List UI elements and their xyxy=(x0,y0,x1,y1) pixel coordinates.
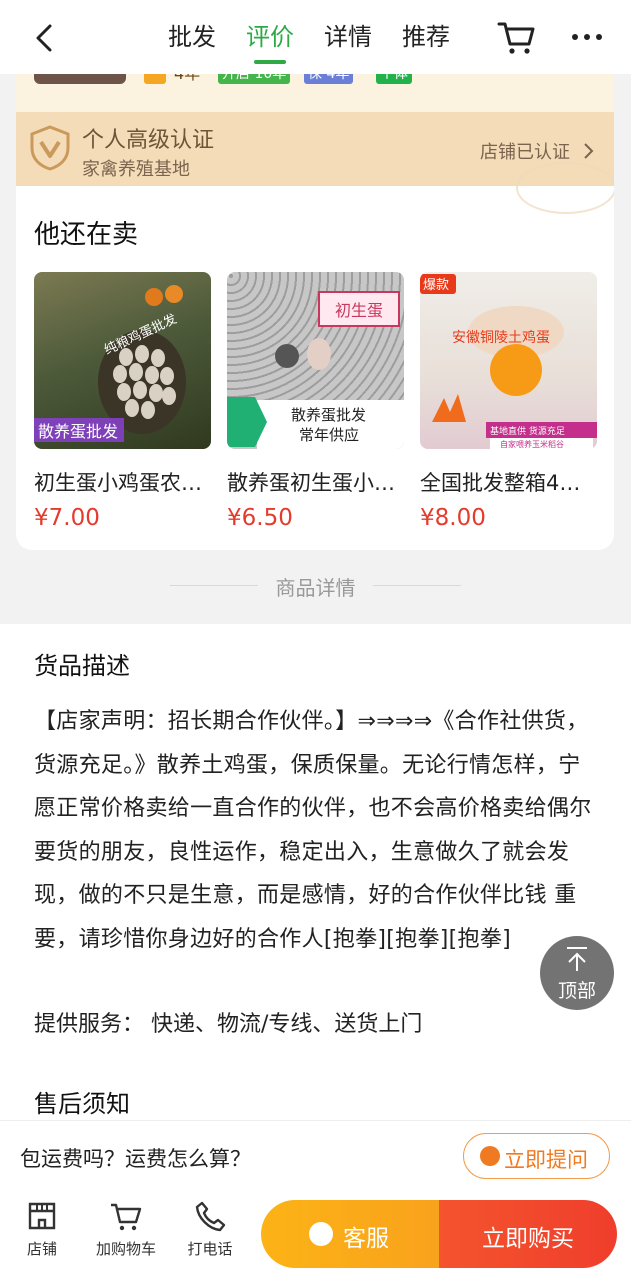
customer-service-button[interactable]: 客服 xyxy=(261,1200,441,1268)
buy-now-label: 立即购买 xyxy=(482,1226,574,1252)
cert-stamp xyxy=(516,162,614,214)
add-to-cart-button[interactable]: 加购物车 xyxy=(90,1200,162,1259)
back-to-top-label: 顶部 xyxy=(557,980,596,1002)
chat-face-icon xyxy=(309,1222,333,1246)
also-selling-title: 他还在卖 xyxy=(34,220,139,250)
ask-now-button[interactable]: 立即提问 xyxy=(463,1133,610,1179)
store-button[interactable]: 店铺 xyxy=(22,1200,62,1259)
egg-yolk-illustration: 爆款 安徽铜陵土鸡蛋 基地直供 货源充足 自家喂养玉米稻谷 xyxy=(420,274,597,449)
product-image-caption: 散养蛋批发 xyxy=(291,406,366,424)
product-name: 初生蛋小鸡蛋农… xyxy=(34,471,202,495)
back-arrow-icon[interactable] xyxy=(30,18,60,58)
call-button[interactable]: 打电话 xyxy=(182,1200,238,1259)
product-image: 初生蛋 散养蛋批发 常年供应 xyxy=(227,272,404,449)
egg-tray-illustration: 初生蛋 散养蛋批发 常年供应 xyxy=(227,291,404,449)
tab-wholesale[interactable]: 批发 xyxy=(168,0,216,74)
detail-divider-label: 商品详情 xyxy=(275,576,356,600)
description-body: 【店家声明：招长期合作伙伴。】⇒⇒⇒⇒《合作社供货，货源充足。》散养土鸡蛋，保质… xyxy=(34,709,592,952)
tab-details[interactable]: 详情 xyxy=(324,0,372,74)
store-icon xyxy=(28,1202,56,1230)
customer-service-label: 客服 xyxy=(343,1226,389,1252)
tab-reviews[interactable]: 评价 xyxy=(246,0,294,74)
product-card[interactable]: 散养蛋批发 纯粮鸡蛋批发 初生蛋小鸡蛋农… ¥7.00 xyxy=(34,272,211,531)
cert-link[interactable]: 店铺已认证 xyxy=(480,138,570,164)
tab-recommend[interactable]: 推荐 xyxy=(402,0,450,74)
aftersale-title: 售后须知 xyxy=(34,1090,130,1118)
buy-now-button[interactable]: 立即购买 xyxy=(439,1200,617,1268)
product-name: 散养蛋初生蛋小… xyxy=(227,471,395,495)
back-to-top-button[interactable]: 顶部 xyxy=(540,936,614,1010)
description-section: 货品描述 【店家声明：招长期合作伙伴。】⇒⇒⇒⇒《合作社供货，货源充足。》散养土… xyxy=(0,624,631,1124)
call-label: 打电话 xyxy=(187,1240,233,1258)
product-image-caption-2: 常年供应 xyxy=(299,426,359,444)
description-title: 货品描述 xyxy=(34,652,130,680)
store-label: 店铺 xyxy=(26,1240,57,1258)
bottom-action-bar: 店铺 加购物车 打电话 客服 立即购买 xyxy=(0,1192,631,1280)
cart-icon xyxy=(111,1203,142,1231)
product-card[interactable]: 初生蛋 散养蛋批发 常年供应 散养蛋初生蛋小… ¥6.50 xyxy=(227,272,404,531)
product-image-overlay: 初生蛋 xyxy=(335,301,383,320)
page: 批发 评价 详情 推荐 4年 开店 10年 保 4年 个体 xyxy=(0,0,631,1280)
divider-line-right xyxy=(373,585,461,586)
cart-icon[interactable] xyxy=(496,18,536,56)
product-price: ¥7.00 xyxy=(34,505,100,531)
certification-row[interactable]: 个人高级认证 家禽养殖基地 店铺已认证 xyxy=(16,112,614,214)
product-image: 爆款 安徽铜陵土鸡蛋 基地直供 货源充足 自家喂养玉米稻谷 xyxy=(420,272,597,449)
product-card[interactable]: 爆款 安徽铜陵土鸡蛋 基地直供 货源充足 自家喂养玉米稻谷 全国批发整箱4… ¥… xyxy=(420,272,597,531)
arrow-up-icon xyxy=(567,947,587,971)
phone-icon xyxy=(195,1201,226,1232)
shield-icon xyxy=(30,125,70,171)
top-nav: 批发 评价 详情 推荐 xyxy=(0,0,631,74)
ask-now-label: 立即提问 xyxy=(504,1148,588,1172)
shop-card: 4年 开店 10年 保 4年 个体 个人高级认证 家禽养殖基地 店铺已认证 他还… xyxy=(16,60,614,550)
service-info: 提供服务： 快递、物流/专线、送货上门 xyxy=(34,1012,423,1037)
chevron-right-icon xyxy=(584,143,594,159)
product-image-caption: 基地直供 货源充足 xyxy=(490,425,565,437)
product-price: ¥8.00 xyxy=(420,505,486,531)
ask-question[interactable]: 包运费吗？运费怎么算？ xyxy=(20,1143,251,1173)
product-image-caption: 散养蛋批发 xyxy=(38,422,118,441)
cert-subtitle: 家禽养殖基地 xyxy=(82,159,190,180)
add-to-cart-label: 加购物车 xyxy=(95,1240,156,1258)
product-price: ¥6.50 xyxy=(227,505,293,531)
more-icon[interactable] xyxy=(568,22,606,52)
egg-basket-illustration: 散养蛋批发 纯粮鸡蛋批发 xyxy=(34,285,186,442)
product-image-footer: 自家喂养玉米稻谷 xyxy=(500,439,564,449)
product-image-tag: 爆款 xyxy=(423,278,449,293)
product-image-overlay: 安徽铜陵土鸡蛋 xyxy=(452,329,550,346)
product-name: 全国批发整箱4… xyxy=(420,471,581,495)
detail-divider: 商品详情 xyxy=(0,560,631,610)
product-image: 散养蛋批发 纯粮鸡蛋批发 xyxy=(34,272,211,449)
nav-tabs: 批发 评价 详情 推荐 xyxy=(168,0,480,74)
chat-bubble-icon xyxy=(480,1146,500,1166)
ask-bar: 包运费吗？运费怎么算？ 立即提问 xyxy=(0,1120,631,1192)
cert-title: 个人高级认证 xyxy=(82,128,215,153)
